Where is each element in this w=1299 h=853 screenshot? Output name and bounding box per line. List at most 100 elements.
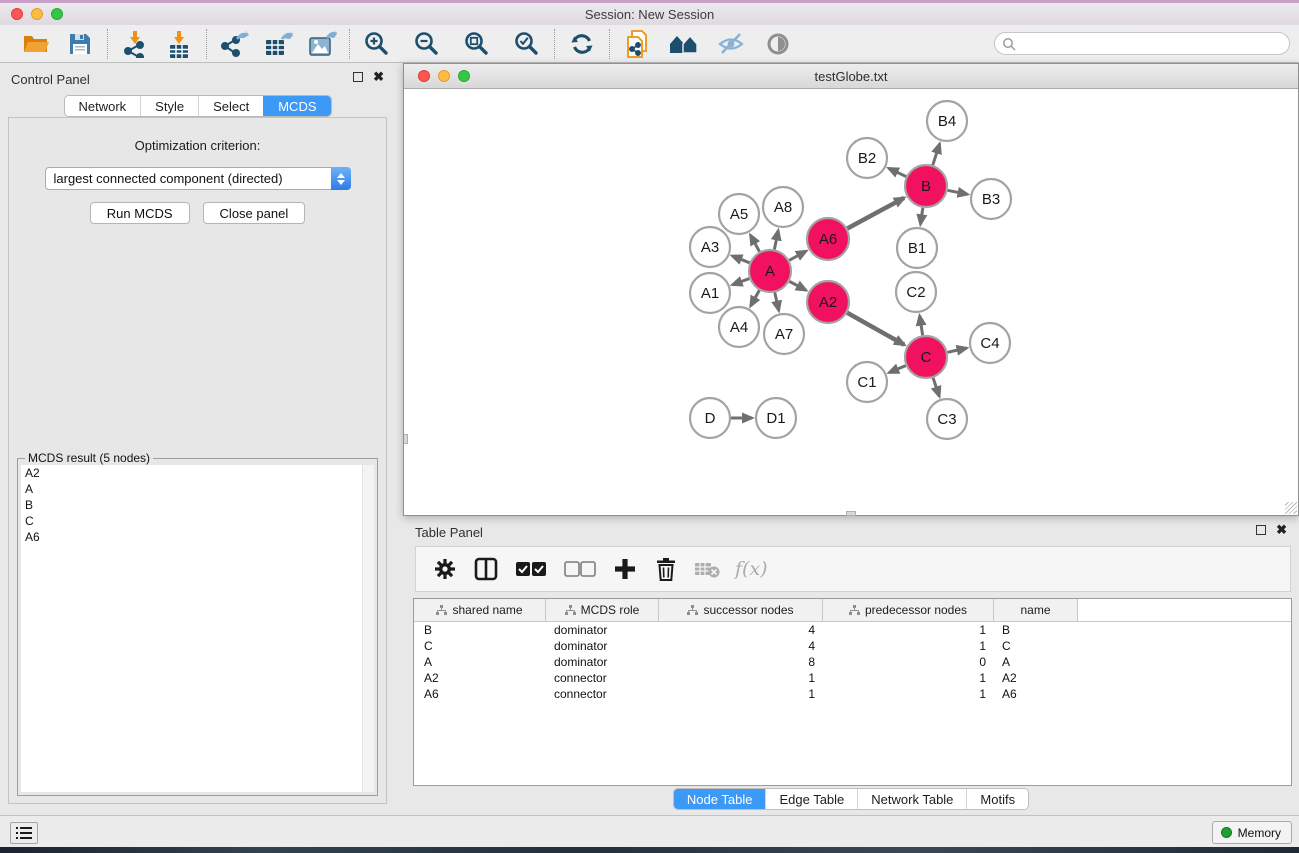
cell-successor[interactable]: 1	[659, 671, 823, 685]
tab-network[interactable]: Network	[64, 96, 140, 116]
export-image-icon[interactable]	[305, 28, 339, 60]
hide-graphics-details-icon[interactable]	[714, 28, 748, 60]
network-window-titlebar[interactable]: testGlobe.txt	[404, 64, 1298, 89]
tab-node-table[interactable]: Node Table	[674, 789, 766, 809]
splitter-handle[interactable]	[846, 511, 856, 516]
edge-B-B1[interactable]	[920, 208, 922, 224]
save-session-icon[interactable]	[63, 28, 97, 60]
network-overview-icon[interactable]	[667, 28, 701, 60]
deselect-all-rows-icon[interactable]	[563, 554, 597, 584]
edge-A2-C[interactable]	[847, 313, 904, 345]
cell-mcds_role[interactable]: dominator	[546, 655, 659, 669]
cell-mcds_role[interactable]: dominator	[546, 639, 659, 653]
resize-grip-icon[interactable]	[1285, 502, 1297, 514]
cell-successor[interactable]: 4	[659, 639, 823, 653]
cell-predecessor[interactable]: 1	[823, 671, 994, 685]
cell-shared_name[interactable]: A2	[414, 671, 546, 685]
import-table-icon[interactable]	[162, 28, 196, 60]
mcds-result-item[interactable]: A6	[21, 529, 374, 545]
cell-predecessor[interactable]: 0	[823, 655, 994, 669]
edge-C-C4[interactable]	[947, 348, 966, 352]
task-history-button[interactable]	[10, 822, 38, 844]
edge-A-A3[interactable]	[732, 256, 749, 263]
mcds-result-list[interactable]: A2ABCA6	[21, 465, 374, 792]
table-row[interactable]: Bdominator41B	[414, 622, 1291, 638]
mcds-result-item[interactable]: C	[21, 513, 374, 529]
cell-name[interactable]: A6	[994, 687, 1078, 701]
close-panel-icon[interactable]: ✖	[373, 72, 384, 82]
cell-name[interactable]: A	[994, 655, 1078, 669]
close-panel-button[interactable]: Close panel	[203, 202, 306, 224]
cell-mcds_role[interactable]: connector	[546, 687, 659, 701]
column-header-predecessor-nodes[interactable]: predecessor nodes	[823, 599, 994, 621]
edge-A-A1[interactable]	[733, 279, 750, 285]
cell-shared_name[interactable]: C	[414, 639, 546, 653]
edge-C-C3[interactable]	[933, 378, 939, 396]
scrollbar-track[interactable]	[362, 465, 374, 792]
tab-motifs[interactable]: Motifs	[966, 789, 1028, 809]
tab-style[interactable]: Style	[140, 96, 198, 116]
memory-button[interactable]: Memory	[1212, 821, 1292, 844]
mcds-result-item[interactable]: A2	[21, 465, 374, 481]
column-header-shared-name[interactable]: shared name	[414, 599, 546, 621]
cell-mcds_role[interactable]: dominator	[546, 623, 659, 637]
float-panel-icon[interactable]	[353, 72, 363, 82]
cell-name[interactable]: A2	[994, 671, 1078, 685]
splitter-handle[interactable]	[404, 434, 408, 444]
search-field[interactable]	[994, 32, 1290, 55]
edge-B-B4[interactable]	[933, 144, 940, 165]
criterion-dropdown[interactable]: largest connected component (directed)	[45, 167, 351, 190]
search-input[interactable]	[1016, 35, 1289, 53]
zoom-in-icon[interactable]	[360, 28, 394, 60]
column-settings-icon[interactable]	[432, 554, 458, 584]
run-mcds-button[interactable]: Run MCDS	[90, 202, 190, 224]
export-table-icon[interactable]	[261, 28, 295, 60]
cell-shared_name[interactable]: B	[414, 623, 546, 637]
edge-C-C1[interactable]	[889, 366, 906, 373]
tab-network-table[interactable]: Network Table	[857, 789, 966, 809]
cell-mcds_role[interactable]: connector	[546, 671, 659, 685]
cell-successor[interactable]: 1	[659, 687, 823, 701]
edge-B-B2[interactable]	[889, 168, 906, 176]
mcds-result-item[interactable]: A	[21, 481, 374, 497]
select-all-rows-icon[interactable]	[514, 554, 548, 584]
cell-successor[interactable]: 4	[659, 623, 823, 637]
network-canvas[interactable]: B4B2BB3A8A5A6A3B1AA1C2A2A4A7C4CC1C3DD1	[404, 89, 1298, 515]
clone-network-icon[interactable]	[620, 28, 654, 60]
show-graphics-details-icon[interactable]	[761, 28, 795, 60]
cell-shared_name[interactable]: A6	[414, 687, 546, 701]
export-network-icon[interactable]	[217, 28, 251, 60]
edge-A-A4[interactable]	[751, 290, 760, 306]
cell-predecessor[interactable]: 1	[823, 687, 994, 701]
float-panel-icon[interactable]	[1256, 525, 1266, 535]
column-header-successor-nodes[interactable]: successor nodes	[659, 599, 823, 621]
edge-A-A5[interactable]	[750, 235, 759, 252]
zoom-selected-icon[interactable]	[510, 28, 544, 60]
table-row[interactable]: Adominator80A	[414, 654, 1291, 670]
add-row-icon[interactable]	[612, 554, 638, 584]
tab-select[interactable]: Select	[198, 96, 263, 116]
edge-A-A7[interactable]	[775, 292, 779, 310]
edge-C-C2[interactable]	[920, 316, 923, 336]
mcds-result-item[interactable]: B	[21, 497, 374, 513]
cell-name[interactable]: C	[994, 639, 1078, 653]
function-builder-icon[interactable]: f(x)	[735, 558, 768, 580]
refresh-icon[interactable]	[565, 28, 599, 60]
edge-A-A8[interactable]	[774, 231, 778, 250]
zoom-out-icon[interactable]	[410, 28, 444, 60]
tab-mcds[interactable]: MCDS	[263, 96, 330, 116]
import-network-icon[interactable]	[118, 28, 152, 60]
table-row[interactable]: A6connector11A6	[414, 686, 1291, 702]
delete-table-icon[interactable]	[694, 554, 720, 584]
cell-successor[interactable]: 8	[659, 655, 823, 669]
zoom-fit-icon[interactable]	[460, 28, 494, 60]
close-panel-icon[interactable]: ✖	[1276, 525, 1287, 535]
edge-B-B3[interactable]	[948, 190, 968, 194]
cell-predecessor[interactable]: 1	[823, 623, 994, 637]
cell-name[interactable]: B	[994, 623, 1078, 637]
column-header-name[interactable]: name	[994, 599, 1078, 621]
cell-predecessor[interactable]: 1	[823, 639, 994, 653]
edge-A-A2[interactable]	[789, 281, 806, 290]
split-columns-icon[interactable]	[473, 554, 499, 584]
open-session-icon[interactable]	[19, 28, 53, 60]
